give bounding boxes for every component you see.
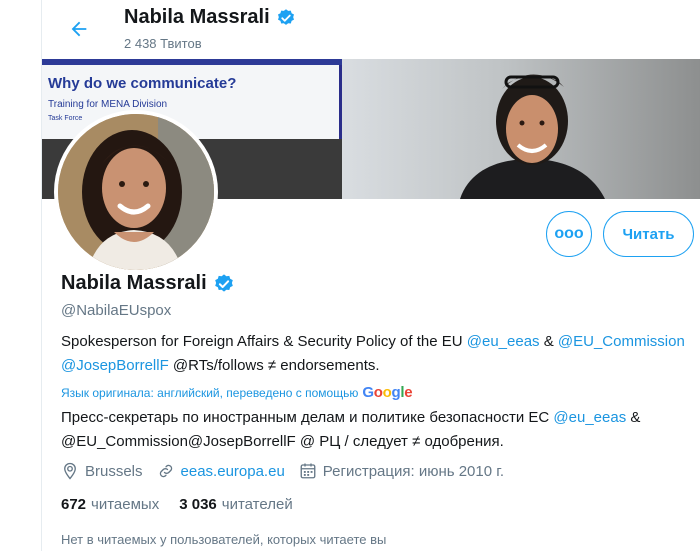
translation-note-text: Язык оригинала: английский, переведено с… — [61, 385, 359, 400]
avatar-person-icon — [58, 114, 214, 270]
bio-text: & — [539, 333, 558, 350]
bio-text: Spokesperson for Foreign Affairs & Secur… — [61, 333, 467, 350]
following-stat[interactable]: 672 читаемых — [61, 496, 159, 513]
left-edge — [0, 0, 42, 551]
profile-avatar[interactable] — [54, 110, 218, 274]
followers-count: 3 036 — [179, 496, 217, 513]
location-text: Brussels — [85, 462, 143, 480]
verified-badge-icon — [277, 8, 294, 25]
profile-stats: 672 читаемых 3 036 читателей — [61, 496, 293, 513]
header-name: Nabila Massrali — [124, 6, 296, 29]
mention-link[interactable]: @EU_Commission — [558, 333, 685, 350]
back-arrow-icon — [71, 21, 87, 37]
following-count: 672 — [61, 496, 87, 513]
banner-slide-subtitle: Training for MENA Division — [48, 99, 168, 110]
translated-bio: Пресс-секретарь по иностранным делам и п… — [61, 406, 691, 454]
back-button[interactable] — [64, 14, 94, 44]
website-link[interactable]: eeas.europa.eu — [181, 463, 285, 480]
tweet-count: 2 438 Твитов — [124, 36, 202, 51]
mention-link[interactable]: @eu_eeas — [467, 333, 540, 350]
mention-link[interactable]: @eu_eeas — [553, 409, 626, 426]
location-pin-icon — [64, 462, 76, 480]
website-item[interactable]: eeas.europa.eu — [157, 462, 285, 480]
profile-handle: @NabilaEUspox — [61, 302, 172, 319]
mention-link[interactable]: @JosepBorrellF — [61, 357, 169, 374]
google-logo: Google — [362, 384, 412, 401]
followers-you-know-note: Нет в читаемых у пользователей, которых … — [61, 532, 387, 547]
calendar-icon — [300, 463, 316, 479]
followers-stat[interactable]: 3 036 читателей — [179, 496, 292, 513]
profile-meta: Brussels eeas.europa.eu Регистрация: июн… — [61, 462, 518, 480]
google-letter: e — [404, 384, 413, 401]
translation-note[interactable]: Язык оригинала: английский, переведено с… — [61, 384, 413, 401]
profile-name: Nabila Massrali — [61, 272, 235, 295]
google-letter: G — [362, 384, 374, 401]
link-icon — [159, 464, 172, 478]
header-name-text: Nabila Massrali — [124, 6, 270, 28]
followers-label: читателей — [221, 496, 293, 513]
banner-slide-title: Why do we communicate? — [48, 75, 237, 92]
more-icon: ooo — [554, 225, 584, 242]
profile-header: Nabila Massrali 2 438 Твитов — [42, 0, 700, 59]
avatar-photo — [58, 114, 214, 270]
banner-slide-caption: Task Force — [48, 115, 83, 122]
translated-bio-text: Пресс-секретарь по иностранным делам и п… — [61, 409, 554, 426]
location-item: Brussels — [61, 462, 143, 480]
google-letter: g — [391, 384, 401, 401]
following-label: читаемых — [91, 496, 160, 513]
follow-button[interactable]: Читать — [603, 211, 694, 257]
profile-name-text: Nabila Massrali — [61, 272, 207, 294]
more-options-button[interactable]: ooo — [546, 211, 592, 257]
verified-badge-icon — [214, 273, 233, 292]
joined-text: Регистрация: июнь 2010 г. — [322, 462, 505, 480]
profile-bio: Spokesperson for Foreign Affairs & Secur… — [61, 330, 691, 378]
joined-item: Регистрация: июнь 2010 г. — [299, 462, 504, 480]
banner-person-photo — [460, 74, 605, 199]
google-letter: o — [373, 384, 383, 401]
bio-text: @RTs/follows ≠ endorsements. — [168, 357, 380, 374]
banner-slide-strip — [42, 59, 342, 65]
